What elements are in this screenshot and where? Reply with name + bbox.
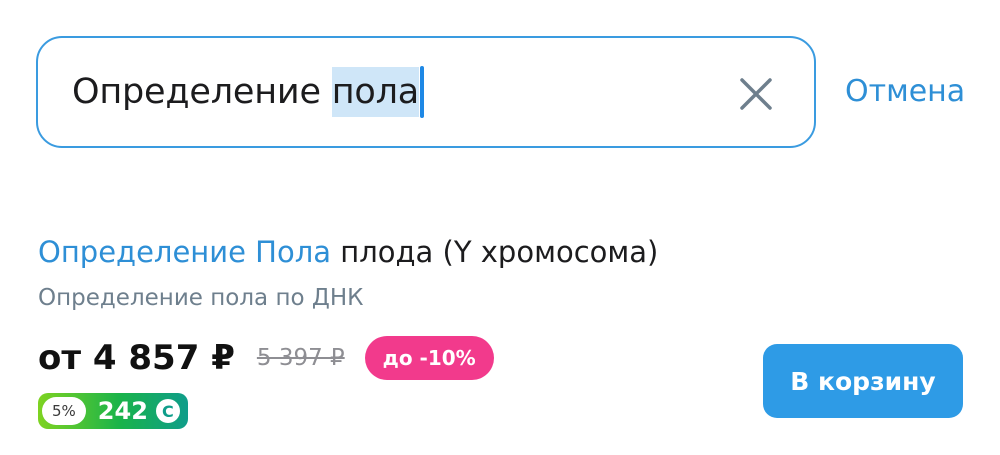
search-results-page: Определение пола Отмена Определение Пола… — [0, 0, 1000, 455]
cashback-value: 242 — [97, 397, 148, 425]
close-icon[interactable] — [736, 74, 776, 114]
search-field[interactable]: Определение пола — [36, 36, 816, 148]
add-to-cart-button[interactable]: В корзину — [763, 344, 963, 418]
cashback-badge: 5% 242 С — [38, 393, 188, 429]
search-input[interactable]: Определение пола — [72, 64, 425, 120]
old-price: 5 397 ₽ — [256, 345, 345, 371]
result-title-rest: плода (Y хромосома) — [331, 235, 659, 269]
result-subtitle: Определение пола по ДНК — [38, 285, 364, 311]
result-title-highlight: Определение Пола — [38, 235, 332, 269]
price-row: от 4 857 ₽ 5 397 ₽ до -10% — [38, 334, 494, 382]
coin-icon: С — [155, 399, 180, 423]
text-caret — [420, 66, 425, 118]
current-price: от 4 857 ₽ — [38, 338, 235, 378]
discount-badge: до -10% — [364, 336, 494, 380]
search-input-text: Определение — [72, 72, 332, 112]
search-input-selection: пола — [331, 67, 419, 117]
cancel-button[interactable]: Отмена — [845, 74, 965, 109]
result-title[interactable]: Определение Пола плода (Y хромосома) — [38, 235, 658, 269]
cashback-percent: 5% — [42, 397, 86, 425]
